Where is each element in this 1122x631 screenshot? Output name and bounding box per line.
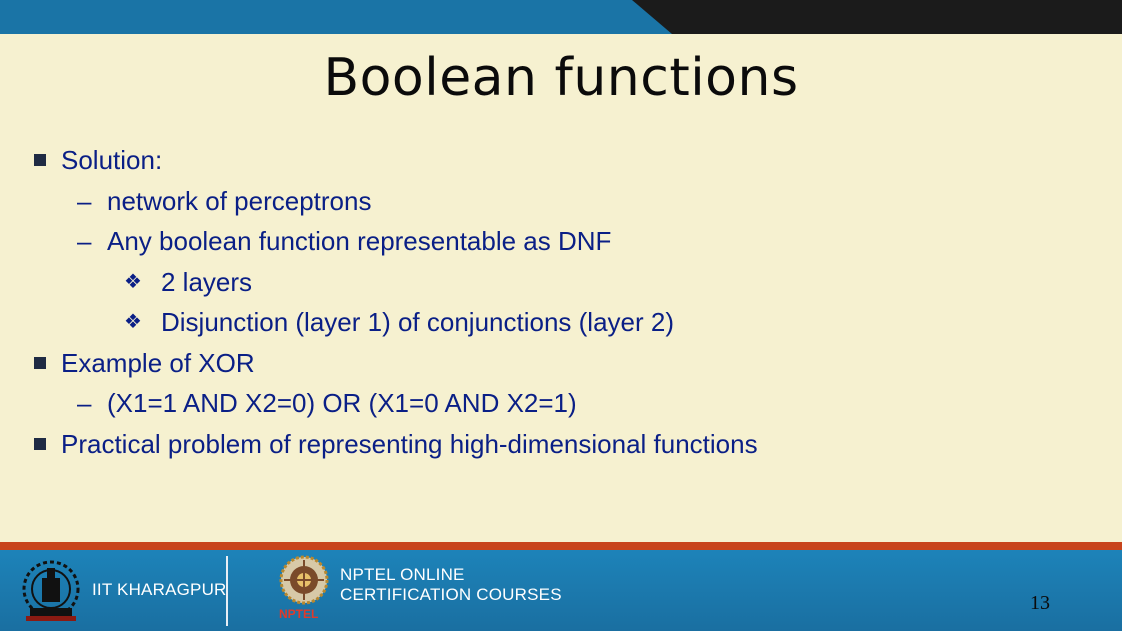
diamond-bullet-icon: ❖ [124, 270, 142, 293]
bullet-text: Solution: [61, 145, 163, 175]
square-bullet-icon [34, 356, 46, 369]
footer-bar: IIT KHARAGPUR NPTEL NPTEL ONLINE CERTIFI… [0, 550, 1122, 631]
nptel-logo-icon [279, 555, 329, 605]
slide-title: Boolean functions [323, 48, 799, 108]
bullet-item: Solution: [34, 140, 1094, 181]
iit-kharagpur-logo-icon [22, 560, 80, 621]
page-number: 13 [1030, 592, 1050, 614]
dash-bullet: – [77, 388, 92, 418]
top-bar-dark-segment [632, 0, 1122, 34]
dash-bullet: – [77, 226, 92, 256]
bullet-list: Solution: – network of perceptrons – Any… [34, 140, 1094, 464]
sub-bullet-item: – (X1=1 AND X2=0) OR (X1=0 AND X2=1) [34, 383, 1094, 424]
sub-bullet-item: – network of perceptrons [34, 181, 1094, 222]
bullet-item: Practical problem of representing high-d… [34, 424, 1094, 465]
dash-bullet: – [77, 185, 92, 216]
bullet-text: network of perceptrons [107, 185, 372, 216]
institute-name: IIT KHARAGPUR [92, 580, 227, 599]
sub-sub-bullet-item: ❖ 2 layers [34, 262, 1094, 303]
slide-content: Boolean functions Solution: – network of… [0, 34, 1122, 542]
footer-stripe [0, 542, 1122, 550]
bullet-item: Example of XOR [34, 343, 1094, 384]
program-name-line2: CERTIFICATION COURSES [340, 585, 562, 604]
square-bullet-icon [34, 154, 46, 166]
sub-sub-bullet-item: ❖ Disjunction (layer 1) of conjunctions … [34, 302, 1094, 343]
bullet-text: Disjunction (layer 1) of conjunctions (l… [161, 307, 674, 337]
diamond-bullet-icon: ❖ [124, 311, 142, 333]
footer-divider [226, 556, 228, 626]
bullet-text: Practical problem of representing high-d… [61, 428, 758, 459]
bullet-text: Example of XOR [61, 347, 255, 378]
bullet-text: Any boolean function representable as DN… [107, 226, 612, 256]
program-name-line1: NPTEL ONLINE [340, 565, 465, 584]
square-bullet-icon [34, 437, 46, 450]
bullet-text: (X1=1 AND X2=0) OR (X1=0 AND X2=1) [107, 388, 577, 418]
bullet-text: 2 layers [161, 266, 253, 297]
nptel-label: NPTEL [279, 607, 319, 621]
sub-bullet-item: – Any boolean function representable as … [34, 221, 1094, 262]
